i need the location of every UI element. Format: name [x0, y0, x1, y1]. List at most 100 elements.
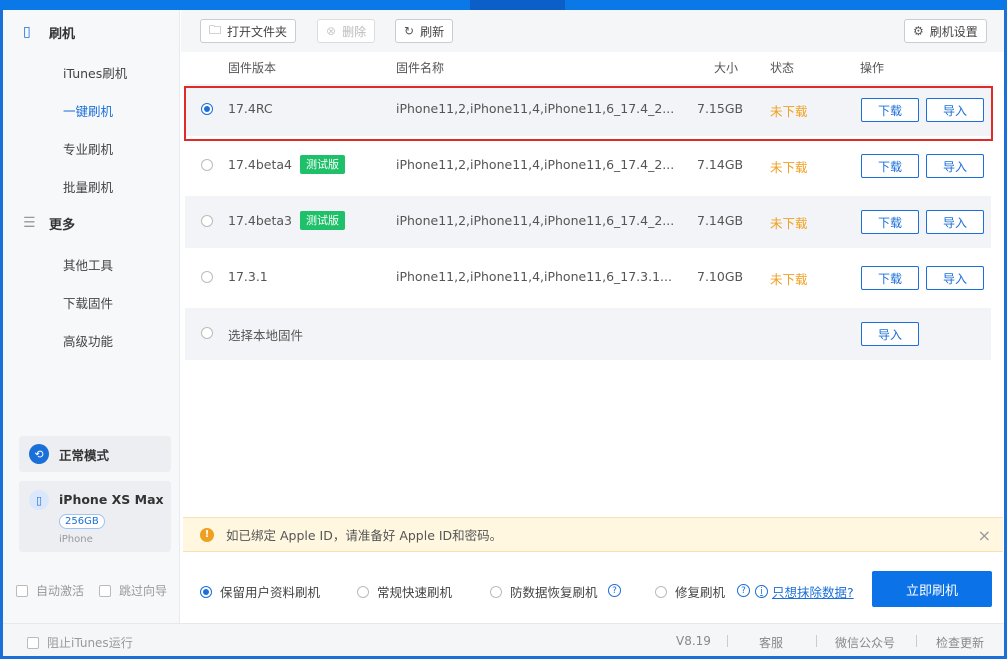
notice-text: 如已绑定 Apple ID，请准备好 Apple ID和密码。 — [226, 528, 503, 543]
help-icon[interactable]: ? — [737, 584, 750, 597]
delete-icon: ⊗ — [326, 24, 337, 38]
firmware-name: iPhone11,2,iPhone11,4,iPhone11,6_17.4_2.… — [396, 101, 675, 116]
sidebar-section-label: 更多 — [49, 217, 76, 233]
gear-icon: ⚙ — [913, 24, 924, 38]
firmware-status: 未下载 — [770, 104, 808, 119]
refresh-icon: ↻ — [404, 24, 415, 38]
sidebar-item-one-click-flash[interactable]: 一键刷机 — [63, 101, 113, 120]
beta-tag: 测试版 — [300, 155, 345, 174]
download-button[interactable]: 下载 — [861, 154, 919, 178]
row-radio[interactable] — [201, 215, 213, 227]
firmware-status: 未下载 — [770, 160, 808, 175]
download-button[interactable]: 下载 — [861, 210, 919, 234]
column-version: 固件版本 — [228, 61, 277, 75]
firmware-size: 7.14GB — [697, 157, 744, 172]
option-radio — [490, 585, 502, 598]
checkbox-box — [99, 584, 111, 597]
option-repair-flash[interactable]: 修复刷机 — [655, 582, 725, 601]
sidebar-section-more: ☰ 更多 — [23, 213, 75, 233]
info-icon: i — [755, 585, 768, 598]
row-radio[interactable] — [201, 103, 213, 115]
wechat-link[interactable]: 微信公众号 — [835, 634, 895, 651]
divider — [727, 635, 728, 647]
firmware-version: 17.4RC — [228, 101, 273, 116]
flash-now-button[interactable]: 立即刷机 — [872, 571, 992, 607]
firmware-name: iPhone11,2,iPhone11,4,iPhone11,6_17.4_2.… — [396, 157, 675, 172]
warning-icon: ! — [200, 527, 214, 542]
table-row[interactable]: 17.4beta4 测试版 iPhone11,2,iPhone11,4,iPho… — [185, 140, 991, 192]
sidebar-section-flash: ▯ 刷机 — [23, 22, 75, 42]
sidebar-item-pro-flash[interactable]: 专业刷机 — [63, 139, 113, 158]
erase-data-link[interactable]: i 只想抹除数据? — [755, 582, 854, 601]
phone-icon: ▯ — [29, 490, 49, 510]
refresh-button[interactable]: ↻ 刷新 — [395, 19, 454, 43]
option-anti-recovery[interactable]: 防数据恢复刷机 — [490, 582, 598, 601]
sidebar-item-batch-flash[interactable]: 批量刷机 — [63, 177, 113, 196]
local-firmware-label: 选择本地固件 — [228, 328, 304, 343]
delete-button[interactable]: ⊗ 删除 — [317, 19, 376, 43]
help-icon[interactable]: ? — [608, 584, 621, 597]
option-quick-flash[interactable]: 常规快速刷机 — [357, 582, 452, 601]
auto-activate-checkbox[interactable]: 自动激活 — [16, 582, 84, 599]
import-button[interactable]: 导入 — [926, 98, 984, 122]
button-label: 刷机设置 — [929, 24, 978, 39]
app-window: ▯ 刷机 iTunes刷机 一键刷机 专业刷机 批量刷机 ☰ 更多 其他工具 下… — [0, 10, 1007, 659]
table-row[interactable]: 17.4RC iPhone11,2,iPhone11,4,iPhone11,6_… — [185, 84, 991, 136]
firmware-status: 未下载 — [770, 272, 808, 287]
firmware-size: 7.10GB — [697, 269, 744, 284]
beta-tag: 测试版 — [300, 211, 345, 230]
table-header: 固件版本 固件名称 大小 状态 操作 — [181, 52, 1004, 84]
sidebar-section-label: 刷机 — [49, 26, 76, 42]
button-label: 打开文件夹 — [227, 24, 288, 39]
divider — [916, 635, 917, 647]
sidebar-item-download-firmware[interactable]: 下载固件 — [63, 293, 113, 312]
firmware-version: 17.3.1 — [228, 269, 268, 284]
firmware-name: iPhone11,2,iPhone11,4,iPhone11,6_17.3.1.… — [396, 269, 672, 284]
device-mode-card: ⟲ 正常模式 — [19, 436, 171, 472]
device-name: iPhone XS Max — [59, 492, 164, 507]
download-button[interactable]: 下载 — [861, 266, 919, 290]
checkbox-box — [16, 584, 28, 597]
customer-service-link[interactable]: 客服 — [759, 634, 783, 651]
option-radio — [357, 585, 369, 598]
device-capacity-badge: 256GB — [59, 514, 105, 529]
option-radio — [655, 585, 667, 598]
option-radio — [200, 585, 212, 598]
import-button[interactable]: 导入 — [926, 266, 984, 290]
import-button[interactable]: 导入 — [926, 154, 984, 178]
option-keep-data[interactable]: 保留用户资料刷机 — [200, 582, 320, 601]
sidebar: ▯ 刷机 iTunes刷机 一键刷机 专业刷机 批量刷机 ☰ 更多 其他工具 下… — [3, 10, 180, 623]
row-radio[interactable] — [201, 159, 213, 171]
row-radio[interactable] — [201, 327, 213, 339]
download-button[interactable]: 下载 — [861, 98, 919, 122]
skip-guide-checkbox[interactable]: 跳过向导 — [99, 582, 167, 599]
import-button[interactable]: 导入 — [926, 210, 984, 234]
firmware-size: 7.15GB — [697, 101, 744, 116]
firmware-name: iPhone11,2,iPhone11,4,iPhone11,6_17.4_2.… — [396, 213, 675, 228]
checkbox-label: 自动激活 — [36, 584, 85, 598]
device-mode-label: 正常模式 — [59, 447, 110, 463]
check-update-link[interactable]: 检查更新 — [936, 634, 984, 651]
local-firmware-row[interactable]: 选择本地固件 导入 — [185, 308, 991, 360]
row-radio[interactable] — [201, 271, 213, 283]
close-icon[interactable]: × — [978, 526, 991, 545]
sidebar-item-itunes-flash[interactable]: iTunes刷机 — [63, 63, 127, 82]
flash-settings-button[interactable]: ⚙ 刷机设置 — [904, 19, 987, 43]
status-bar: 阻止iTunes运行 V8.19 客服 微信公众号 检查更新 — [3, 623, 1004, 656]
option-label: 常规快速刷机 — [377, 585, 453, 600]
block-itunes-checkbox[interactable]: 阻止iTunes运行 — [27, 634, 133, 651]
sidebar-item-advanced[interactable]: 高级功能 — [63, 331, 113, 350]
table-row[interactable]: 17.4beta3 测试版 iPhone11,2,iPhone11,4,iPho… — [185, 196, 991, 248]
import-local-button[interactable]: 导入 — [861, 322, 919, 346]
column-name: 固件名称 — [396, 61, 445, 75]
app-version: V8.19 — [676, 634, 711, 648]
checkbox-box — [27, 636, 39, 649]
button-label: 刷新 — [420, 24, 445, 39]
divider — [816, 635, 817, 647]
table-row[interactable]: 17.3.1 iPhone11,2,iPhone11,4,iPhone11,6_… — [185, 252, 991, 304]
device-card[interactable]: ▯ iPhone XS Max 256GB iPhone — [19, 481, 171, 552]
firmware-status: 未下载 — [770, 216, 808, 231]
checkbox-label: 跳过向导 — [119, 584, 168, 598]
open-folder-button[interactable]: 🗀 打开文件夹 — [200, 19, 297, 43]
sidebar-item-other-tools[interactable]: 其他工具 — [63, 255, 113, 274]
